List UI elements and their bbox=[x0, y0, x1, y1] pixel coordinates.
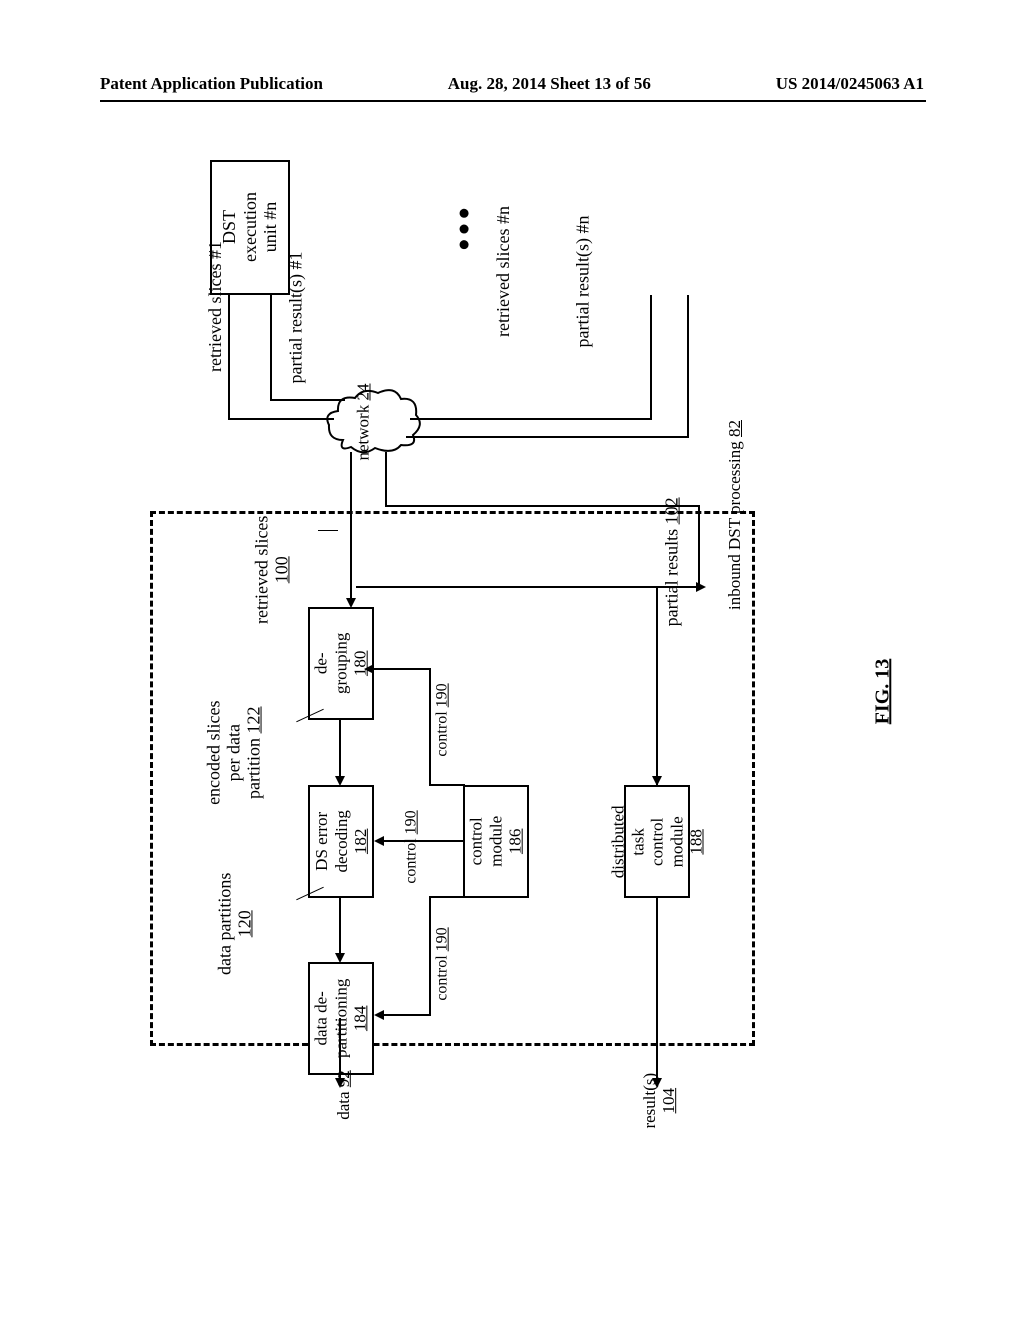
header-center: Aug. 28, 2014 Sheet 13 of 56 bbox=[448, 74, 651, 94]
box-control-module: control module 186 bbox=[463, 785, 529, 898]
line bbox=[429, 784, 465, 786]
line bbox=[429, 896, 431, 1016]
lbl-control-1: control 190 bbox=[434, 683, 452, 756]
line bbox=[270, 295, 272, 401]
line bbox=[385, 452, 387, 505]
dst-exec-n-l2: execution bbox=[240, 193, 260, 263]
leader bbox=[318, 530, 338, 531]
arrow-head-icon bbox=[364, 664, 374, 674]
diagram: DST execution unit #1 DST execution unit… bbox=[210, 160, 810, 1090]
page-header: Patent Application Publication Aug. 28, … bbox=[0, 74, 1024, 94]
arrow-head-icon bbox=[696, 582, 706, 592]
lbl-data: data 92 bbox=[334, 1070, 354, 1120]
line bbox=[410, 418, 651, 420]
line bbox=[270, 399, 345, 401]
lbl-partial-result-n: partial result(s) #n bbox=[572, 216, 593, 348]
box-dist-task: distributed task control module 188 bbox=[624, 785, 690, 898]
line bbox=[429, 896, 465, 898]
arrow-head-icon bbox=[652, 776, 662, 786]
line bbox=[656, 898, 658, 1080]
line bbox=[406, 436, 688, 438]
dst-exec-n-l3: unit #n bbox=[260, 202, 280, 253]
line bbox=[356, 586, 699, 588]
line bbox=[339, 720, 341, 778]
lbl-retrieved-slices: retrieved slices100 bbox=[252, 516, 292, 624]
line bbox=[650, 295, 652, 420]
lbl-retrieved-slices-n: retrieved slices #n bbox=[493, 206, 514, 337]
box-depart: data de- partitioning 184 bbox=[308, 962, 374, 1075]
line bbox=[382, 840, 465, 842]
header-left: Patent Application Publication bbox=[100, 74, 323, 94]
lbl-encoded-slices: encoded slices per data partition 122 bbox=[205, 700, 264, 804]
line bbox=[382, 1014, 430, 1016]
lbl-data-partitions: data partitions120 bbox=[215, 873, 255, 975]
line bbox=[228, 418, 334, 420]
line bbox=[385, 505, 700, 507]
box-ds-error: DS error decoding 182 bbox=[308, 785, 374, 898]
line bbox=[339, 898, 341, 955]
lbl-retrieved-slices-1: retrieved slices #1 bbox=[205, 241, 226, 372]
network-label: network 24 bbox=[353, 384, 373, 461]
lbl-results: result(s)104 bbox=[641, 1073, 678, 1129]
inbound-dst-label: inbound DST processing 82 bbox=[725, 420, 745, 610]
lbl-partial-result-1: partial result(s) #1 bbox=[285, 252, 306, 384]
figure-label: FIG. 13 bbox=[871, 659, 894, 725]
lbl-control-2: control 190 bbox=[403, 810, 421, 883]
line bbox=[350, 452, 352, 600]
line bbox=[698, 505, 700, 586]
dots-icon: ●●● bbox=[451, 204, 476, 251]
line bbox=[687, 295, 689, 438]
arrow-head-icon bbox=[374, 836, 384, 846]
lbl-partial-results: partial results 102 bbox=[663, 497, 683, 626]
dst-exec-n-l1: DST bbox=[219, 210, 239, 244]
line bbox=[228, 295, 230, 420]
arrow-head-icon bbox=[374, 1010, 384, 1020]
line bbox=[372, 668, 430, 670]
header-rule bbox=[100, 100, 926, 102]
line bbox=[656, 586, 658, 786]
line bbox=[429, 668, 431, 786]
lbl-control-3: control 190 bbox=[434, 927, 452, 1000]
header-right: US 2014/0245063 A1 bbox=[776, 74, 924, 94]
